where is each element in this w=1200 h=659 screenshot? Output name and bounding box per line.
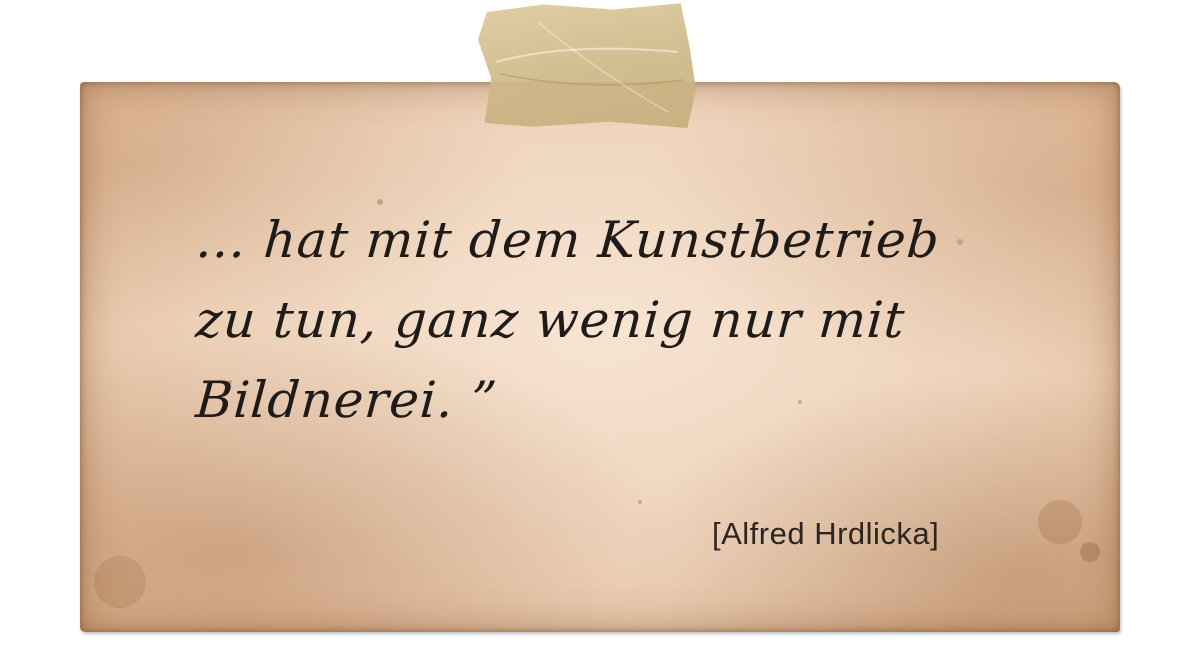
masking-tape bbox=[478, 3, 696, 128]
quote-line: Bildnerei. ” bbox=[193, 371, 500, 429]
stain-spot bbox=[1038, 500, 1082, 544]
stain-spot bbox=[94, 556, 146, 608]
stain-spot bbox=[638, 500, 642, 504]
stain-spot bbox=[1080, 542, 1100, 562]
quote-line: zu tun, ganz wenig nur mit bbox=[193, 291, 908, 349]
quote-line: … hat mit dem Kunstbetrieb bbox=[193, 211, 942, 269]
handwritten-quote: … hat mit dem Kunstbetrieb zu tun, ganz … bbox=[193, 200, 1056, 440]
quote-author: [Alfred Hrdlicka] bbox=[712, 516, 940, 551]
